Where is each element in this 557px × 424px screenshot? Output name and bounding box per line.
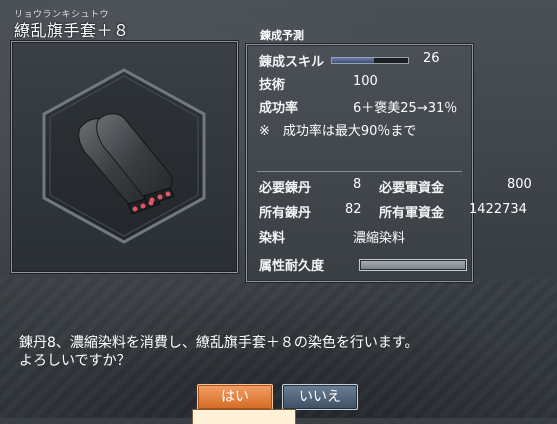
yes-button[interactable]: はい [197,384,273,410]
owned-tan-value: 82 [345,202,362,217]
required-tan-label: 必要錬丹 [259,181,312,196]
skill-bar [331,57,409,64]
durability-bar-fill [361,261,465,269]
required-funds-value: 800 [507,177,532,192]
owned-funds-value: 1422734 [469,202,527,217]
item-name: 繚乱旗手套＋８ [14,21,130,40]
skill-bar-fill [332,58,374,63]
owned-tan-label: 所有錬丹 [259,206,312,221]
success-value: 6＋褒美25→31％ [353,101,458,116]
durability-label: 属性耐久度 [259,259,325,274]
required-funds-label: 必要軍資金 [379,181,445,196]
forge-stats-panel: 錬成スキル 26 技術 100 成功率 6＋褒美25→31％ ※ 成功率は最大9… [246,44,532,282]
dye-label: 染料 [259,231,286,246]
item-preview-frame [42,68,206,244]
no-button[interactable]: いいえ [282,384,358,410]
confirmation-message: 錬丹8、濃縮染料を消費し、繚乱旗手套＋８の染色を行います。 よろしいですか？ [19,334,419,370]
technique-value: 100 [353,74,378,89]
owned-funds-label: 所有軍資金 [379,206,445,221]
forge-prediction-title: 錬成予測 [260,29,304,42]
item-preview-panel [11,41,238,273]
durability-bar [359,259,467,271]
confirmation-line-2: よろしいですか？ [19,353,131,369]
success-note: ※ 成功率は最大90％まで [259,124,417,139]
dye-value: 濃縮染料 [353,231,406,246]
tooltip-edge [192,409,296,424]
success-label: 成功率 [259,101,299,116]
technique-label: 技術 [259,78,286,93]
required-tan-value: 8 [353,177,362,192]
divider [257,171,462,172]
confirmation-line-1: 錬丹8、濃縮染料を消費し、繚乱旗手套＋８の染色を行います。 [19,335,419,351]
skill-label: 錬成スキル [259,55,325,70]
skill-value: 26 [423,51,440,66]
